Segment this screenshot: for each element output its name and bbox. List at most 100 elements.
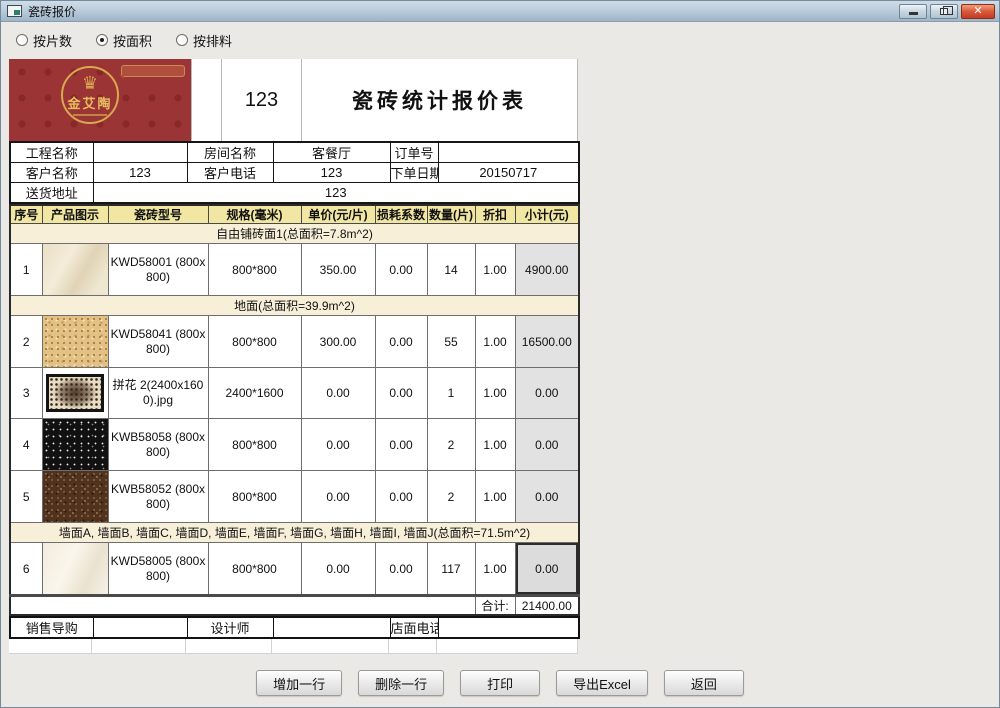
radio-by-piece[interactable]: 按片数: [16, 31, 72, 50]
cell-model[interactable]: KWB58052 (800x800): [108, 471, 208, 523]
crown-icon: ♛: [82, 74, 98, 92]
col-model: 瓷砖型号: [108, 205, 208, 224]
cell-model[interactable]: 拼花 2(2400x1600).jpg: [108, 368, 208, 419]
cell-price[interactable]: 300.00: [301, 316, 375, 368]
cell-discount[interactable]: 1.00: [475, 244, 515, 296]
value-room-name[interactable]: 客餐厅: [273, 142, 390, 163]
section-label: 墙面A, 墙面B, 墙面C, 墙面D, 墙面E, 墙面F, 墙面G, 墙面H, …: [10, 523, 579, 543]
cell-loss[interactable]: 0.00: [375, 419, 427, 471]
cell-loss[interactable]: 0.00: [375, 368, 427, 419]
cell-seq: 3: [10, 368, 42, 419]
cell-price[interactable]: 0.00: [301, 543, 375, 596]
value-order-date[interactable]: 20150717: [438, 163, 579, 183]
delete-row-button[interactable]: 删除一行: [358, 670, 444, 696]
col-image: 产品图示: [42, 205, 108, 224]
minimize-button[interactable]: [899, 4, 927, 19]
value-customer-phone[interactable]: 123: [273, 163, 390, 183]
cell-qty[interactable]: 2: [427, 419, 475, 471]
logo-emblem: ♛ 金艾陶: [61, 66, 119, 124]
col-loss-factor: 损耗系数: [375, 205, 427, 224]
cell-subtotal-selected[interactable]: 0.00: [515, 543, 579, 596]
cell-qty[interactable]: 2: [427, 471, 475, 523]
cell-seq: 5: [10, 471, 42, 523]
brand-name: 金艾陶: [67, 93, 112, 112]
cell-tile-image[interactable]: [42, 316, 108, 368]
label-order-no: 订单号: [390, 142, 438, 163]
cell-subtotal[interactable]: 4900.00: [515, 244, 579, 296]
window-title: 瓷砖报价: [28, 3, 76, 20]
brand-logo: ♛ 金艾陶: [9, 59, 191, 141]
label-customer-name: 客户名称: [10, 163, 93, 183]
cell-loss[interactable]: 0.00: [375, 543, 427, 596]
value-store-phone[interactable]: [438, 617, 579, 638]
value-order-no[interactable]: [438, 142, 579, 163]
item-row-6: 6 KWD58005 (800x800) 800*800 0.00 0.00 1…: [10, 543, 579, 596]
cell-subtotal[interactable]: 0.00: [515, 368, 579, 419]
cell-model[interactable]: KWB58058 (800x800): [108, 419, 208, 471]
cell-tile-image[interactable]: [42, 471, 108, 523]
value-project-name[interactable]: [93, 142, 187, 163]
cell-discount[interactable]: 1.00: [475, 368, 515, 419]
cell-qty[interactable]: 55: [427, 316, 475, 368]
cell-model[interactable]: KWD58001 (800x800): [108, 244, 208, 296]
cell-subtotal[interactable]: 0.00: [515, 471, 579, 523]
total-value: 21400.00: [515, 596, 579, 616]
value-designer[interactable]: [273, 617, 390, 638]
col-subtotal: 小计(元): [515, 205, 579, 224]
cell-discount[interactable]: 1.00: [475, 419, 515, 471]
cell-spec[interactable]: 800*800: [208, 471, 301, 523]
cell-seq: 4: [10, 419, 42, 471]
label-delivery-address: 送货地址: [10, 183, 93, 204]
info-row-2: 客户名称 123 客户电话 123 下单日期 20150717: [10, 163, 579, 183]
tile-image-beige-marble: [43, 244, 108, 295]
section-label: 自由铺砖面1(总面积=7.8m^2): [10, 224, 579, 244]
print-button[interactable]: 打印: [460, 670, 540, 696]
cell-qty[interactable]: 117: [427, 543, 475, 596]
cell-discount[interactable]: 1.00: [475, 316, 515, 368]
value-delivery-address[interactable]: 123: [93, 183, 579, 204]
cell-tile-image[interactable]: [42, 244, 108, 296]
cell-tile-image[interactable]: [42, 543, 108, 596]
title-bar: 瓷砖报价 ✕: [1, 1, 999, 22]
cell-subtotal[interactable]: 0.00: [515, 419, 579, 471]
value-sales-guide[interactable]: [93, 617, 187, 638]
cell-qty[interactable]: 14: [427, 244, 475, 296]
cell-price[interactable]: 0.00: [301, 368, 375, 419]
cell-subtotal[interactable]: 16500.00: [515, 316, 579, 368]
cell-model[interactable]: KWD58005 (800x800): [108, 543, 208, 596]
cell-spec[interactable]: 800*800: [208, 543, 301, 596]
radio-label: 按面积: [113, 31, 152, 50]
tile-image-brown-speckle: [43, 471, 108, 522]
restore-icon: [940, 8, 948, 15]
cell-spec[interactable]: 800*800: [208, 316, 301, 368]
cell-price[interactable]: 0.00: [301, 419, 375, 471]
label-project-name: 工程名称: [10, 142, 93, 163]
cell-discount[interactable]: 1.00: [475, 543, 515, 596]
tile-image-tan-speckle: [43, 316, 108, 367]
cell-tile-image[interactable]: [42, 368, 108, 419]
brand-rule: [73, 114, 107, 116]
tile-image-mosaic-pattern: [46, 374, 104, 412]
close-button[interactable]: ✕: [961, 4, 995, 19]
cell-discount[interactable]: 1.00: [475, 471, 515, 523]
export-excel-button[interactable]: 导出Excel: [556, 670, 648, 696]
mode-toolbar: 按片数 按面积 按排料: [1, 23, 999, 57]
cell-qty[interactable]: 1: [427, 368, 475, 419]
sheet-header: ♛ 金艾陶 123 瓷砖统计报价表: [9, 59, 578, 141]
cell-price[interactable]: 0.00: [301, 471, 375, 523]
value-customer-name[interactable]: 123: [93, 163, 187, 183]
cell-model[interactable]: KWD58041 (800x800): [108, 316, 208, 368]
cell-spec[interactable]: 800*800: [208, 419, 301, 471]
add-row-button[interactable]: 增加一行: [256, 670, 342, 696]
radio-by-layout[interactable]: 按排料: [176, 31, 232, 50]
cell-spec[interactable]: 2400*1600: [208, 368, 301, 419]
radio-by-area[interactable]: 按面积: [96, 31, 152, 50]
cell-loss[interactable]: 0.00: [375, 471, 427, 523]
cell-loss[interactable]: 0.00: [375, 316, 427, 368]
back-button[interactable]: 返回: [664, 670, 744, 696]
cell-tile-image[interactable]: [42, 419, 108, 471]
cell-loss[interactable]: 0.00: [375, 244, 427, 296]
restore-button[interactable]: [930, 4, 958, 19]
cell-price[interactable]: 350.00: [301, 244, 375, 296]
cell-spec[interactable]: 800*800: [208, 244, 301, 296]
